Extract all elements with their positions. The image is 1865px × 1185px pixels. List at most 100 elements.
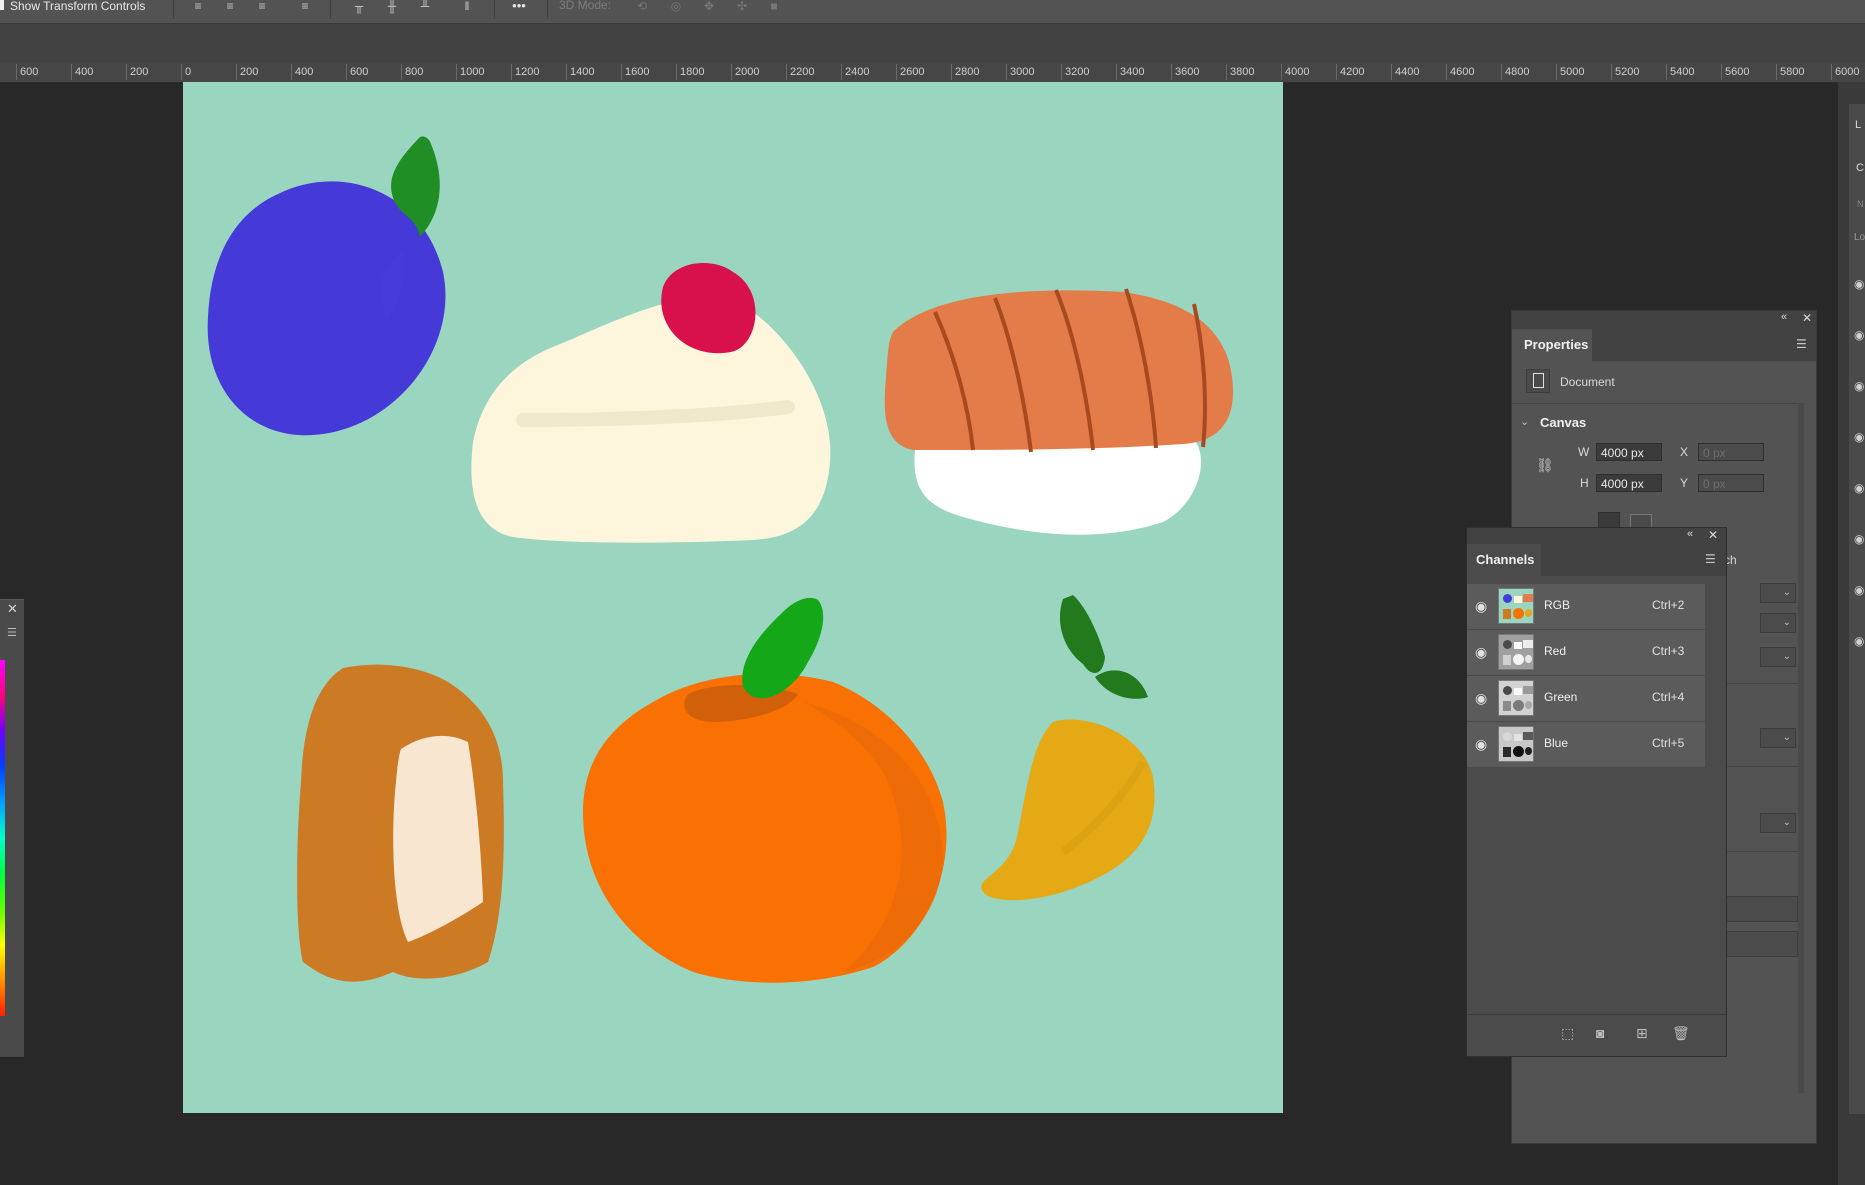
3d-slide-icon[interactable]: ✣ xyxy=(733,0,751,14)
eye-icon[interactable]: ◉ xyxy=(1854,277,1864,291)
canvas-section-title[interactable]: Canvas xyxy=(1540,415,1586,430)
ruler-tick-label: 200 xyxy=(236,64,258,80)
ruler-tick-label: 800 xyxy=(401,64,423,80)
tab-strip: ☰ xyxy=(1592,329,1816,361)
collapse-icon[interactable]: « xyxy=(1687,528,1693,540)
ruler-tick-label: 2400 xyxy=(841,64,869,80)
channels-footer: ⬚ ◙ ⊞ 🗑 xyxy=(1467,1014,1726,1051)
link-icon[interactable]: ⛓ xyxy=(1536,457,1554,474)
ruler-tick-label: 4200 xyxy=(1336,64,1364,80)
x-field[interactable]: 0 px xyxy=(1698,443,1764,461)
properties-tab-label: Properties xyxy=(1524,337,1589,352)
ruler-tick-label: 4800 xyxy=(1501,64,1529,80)
channel-thumbnail xyxy=(1498,726,1534,762)
channel-thumbnail xyxy=(1498,680,1534,716)
dropdown[interactable]: ⌄ xyxy=(1760,728,1796,748)
channel-shortcut: Ctrl+2 xyxy=(1652,598,1685,612)
button-field[interactable] xyxy=(1724,896,1798,922)
ruler-tick-label: 3600 xyxy=(1171,64,1199,80)
eye-icon[interactable]: ◉ xyxy=(1854,532,1864,546)
channel-row-blue[interactable]: ◉ Blue Ctrl+5 xyxy=(1467,722,1705,768)
new-channel-icon[interactable]: ⊞ xyxy=(1636,1025,1648,1042)
layers-tab-partial[interactable]: L xyxy=(1855,119,1861,131)
document-icon xyxy=(1526,369,1550,393)
close-icon[interactable]: ✕ xyxy=(7,601,18,617)
ruler-tick-label: 3000 xyxy=(1006,64,1034,80)
3d-pan-icon[interactable]: ✥ xyxy=(700,0,718,14)
3d-orbit-icon[interactable]: ⟲ xyxy=(633,0,651,14)
align-right-icon[interactable]: ≡ xyxy=(253,0,271,14)
document-label: Document xyxy=(1560,375,1615,389)
save-selection-mask-icon[interactable]: ◙ xyxy=(1596,1025,1604,1041)
align-left-icon[interactable]: ≡ xyxy=(189,0,207,14)
tab-properties[interactable]: Properties xyxy=(1512,329,1592,361)
channel-row-red[interactable]: ◉ Red Ctrl+3 xyxy=(1467,630,1705,676)
divider xyxy=(1724,851,1804,852)
eye-icon[interactable]: ◉ xyxy=(1854,583,1864,597)
button-field[interactable] xyxy=(1724,931,1798,957)
show-transform-checkbox[interactable] xyxy=(0,0,4,10)
layers-panel-collapsed: L C N Lo ◉ ◉ ◉ ◉ ◉ ◉ ◉ ◉ xyxy=(1838,82,1865,1185)
align-bottom-icon[interactable]: ╨ xyxy=(416,0,434,14)
more-options-icon[interactable]: ••• xyxy=(510,0,528,14)
scrollbar[interactable] xyxy=(1798,403,1804,1093)
document-canvas[interactable] xyxy=(183,82,1283,1113)
width-field[interactable]: 4000 px xyxy=(1596,443,1662,461)
eye-icon[interactable]: ◉ xyxy=(1475,690,1487,707)
chevron-down-icon[interactable]: ⌄ xyxy=(1520,415,1529,428)
y-field[interactable]: 0 px xyxy=(1698,474,1764,492)
ruler-tick-label: 4400 xyxy=(1391,64,1419,80)
show-transform-controls-label[interactable]: Show Transform Controls xyxy=(10,0,145,13)
3d-camera-icon[interactable]: ■ xyxy=(765,0,783,14)
dropdown[interactable]: ⌄ xyxy=(1760,583,1796,603)
eye-icon[interactable]: ◉ xyxy=(1854,430,1864,444)
close-icon[interactable]: ✕ xyxy=(1708,528,1718,542)
channels-tab-label: Channels xyxy=(1476,552,1535,567)
distribute-icon[interactable]: ≡ xyxy=(296,0,314,14)
channel-shortcut: Ctrl+3 xyxy=(1652,644,1685,658)
panel-menu-icon[interactable]: ☰ xyxy=(7,626,17,639)
tab-channels[interactable]: Channels xyxy=(1467,544,1541,576)
channel-row-rgb[interactable]: ◉ RGB Ctrl+2 xyxy=(1467,584,1705,630)
dropdown[interactable]: ⌄ xyxy=(1760,613,1796,633)
collapse-icon[interactable]: « xyxy=(1781,311,1787,323)
ruler-tick-label: 200 xyxy=(126,64,148,80)
y-label: Y xyxy=(1680,476,1689,490)
distribute-v-icon[interactable]: ‖ xyxy=(458,0,476,14)
lock-label-partial: Lo xyxy=(1854,232,1865,243)
ruler-tick-label: 5200 xyxy=(1611,64,1639,80)
dropdown[interactable]: ⌄ xyxy=(1760,647,1796,667)
ruler-tick-label: 4600 xyxy=(1446,64,1474,80)
channel-name: Blue xyxy=(1544,736,1569,750)
panel-menu-icon[interactable]: ☰ xyxy=(1796,337,1807,351)
close-icon[interactable]: ✕ xyxy=(1802,311,1812,325)
color-spectrum[interactable] xyxy=(0,660,5,1016)
channel-row-green[interactable]: ◉ Green Ctrl+4 xyxy=(1467,676,1705,722)
eye-icon[interactable]: ◉ xyxy=(1475,644,1487,661)
tab-strip: ☰ xyxy=(1541,544,1726,576)
eye-icon[interactable]: ◉ xyxy=(1854,328,1864,342)
load-selection-icon[interactable]: ⬚ xyxy=(1561,1025,1574,1042)
align-top-icon[interactable]: ╥ xyxy=(350,0,368,14)
toolbar-separator xyxy=(330,0,331,18)
salmon-sushi-illustration xyxy=(884,288,1233,535)
align-hcenter-icon[interactable]: ≡ xyxy=(221,0,239,14)
eye-icon[interactable]: ◉ xyxy=(1854,379,1864,393)
eye-icon[interactable]: ◉ xyxy=(1475,736,1487,753)
eye-icon[interactable]: ◉ xyxy=(1854,481,1864,495)
dropdown[interactable]: ⌄ xyxy=(1760,813,1796,833)
eye-icon[interactable]: ◉ xyxy=(1475,598,1487,615)
ruler-tick-label: 2200 xyxy=(786,64,814,80)
ruler-tick-label: 6000 xyxy=(1831,64,1859,80)
ruler-tick-label: 1600 xyxy=(621,64,649,80)
3d-roll-icon[interactable]: ◎ xyxy=(667,0,685,14)
eye-icon[interactable]: ◉ xyxy=(1854,634,1864,648)
ruler-tick-label: 5600 xyxy=(1721,64,1749,80)
document-tab-bar xyxy=(0,24,1865,62)
color-swatch-panel: ✕ ☰ xyxy=(0,599,24,1057)
layers-field-partial[interactable]: C xyxy=(1856,162,1864,174)
align-vcenter-icon[interactable]: ╫ xyxy=(383,0,401,14)
delete-channel-icon[interactable]: 🗑 xyxy=(1672,1025,1690,1042)
panel-menu-icon[interactable]: ☰ xyxy=(1705,552,1716,566)
height-field[interactable]: 4000 px xyxy=(1596,474,1662,492)
